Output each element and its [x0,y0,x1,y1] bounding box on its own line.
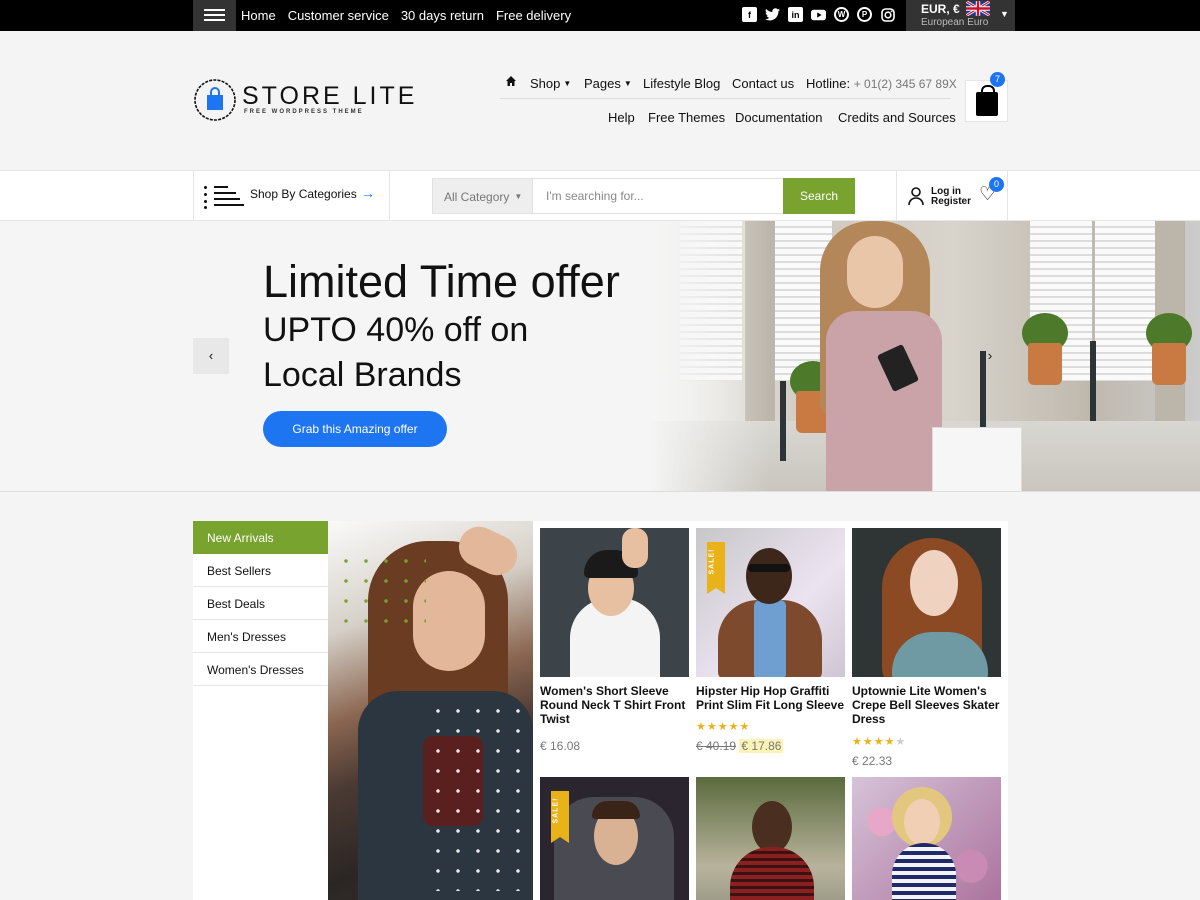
twitter-icon[interactable] [765,7,780,22]
linkedin-icon[interactable]: in [788,7,803,22]
user-icon[interactable] [908,187,924,205]
hero-cta-button[interactable]: Grab this Amazing offer [263,411,447,447]
hotline-label: Hotline: [806,76,851,91]
product-name[interactable]: Women's Short Sleeve Round Neck T Shirt … [540,684,689,726]
login-register-link[interactable]: Log in Register [931,187,971,207]
nav-lifestyle-blog[interactable]: Lifestyle Blog [643,76,720,91]
tab-new-arrivals[interactable]: New Arrivals [193,521,328,554]
social-links: f in W P [742,7,895,22]
search-button[interactable]: Search [783,178,855,214]
product-category-tabs: New Arrivals Best Sellers Best Deals Men… [193,521,328,900]
search-category-select[interactable]: All Category ▼ [432,178,533,214]
top-link-customer-service[interactable]: Customer service [288,8,389,23]
arrow-right-icon: → [361,185,375,201]
hero-subtitle-line-1: UPTO 40% off on [263,311,529,349]
product-old-price: € 40.19 [696,739,737,753]
product-image[interactable] [696,777,845,900]
slider-prev-chevron-left-icon[interactable]: ‹ [193,338,229,374]
hotline-number[interactable]: + 01(2) 345 67 89X [854,77,957,91]
tab-womens-dresses[interactable]: Women's Dresses [193,653,328,686]
product-image[interactable] [852,777,1001,900]
currency-name: European Euro [921,17,989,28]
sale-ribbon: SALE! [551,791,569,843]
top-link-free-delivery[interactable]: Free delivery [496,8,571,23]
search-category-value: All Category [444,190,510,204]
facebook-icon[interactable]: f [742,7,757,22]
chevron-down-icon: ▼ [623,79,632,88]
chevron-down-icon: ▼ [1000,9,1009,19]
top-link-returns[interactable]: 30 days return [401,8,484,23]
product-price: € 22.33 [852,754,893,768]
hero-image [650,221,1200,491]
nav-shop-label: Shop [530,76,561,91]
home-icon[interactable] [506,76,516,86]
cart-count-badge: 7 [990,72,1005,87]
logo-bag-icon [194,79,236,121]
product-grid: Women's Short Sleeve Round Neck T Shirt … [533,521,1008,900]
cart-button[interactable]: 7 [965,72,1008,122]
product-image[interactable] [540,528,689,677]
subnav-credits[interactable]: Credits and Sources [838,110,956,125]
top-link-home[interactable]: Home [241,8,276,23]
featured-banner-image[interactable] [328,521,533,900]
tab-best-sellers[interactable]: Best Sellers [193,554,328,587]
sale-label: SALE! [552,797,560,824]
product-price: € 16.08 [540,739,581,753]
currency-code: EUR, € [921,2,960,16]
subnav-free-themes[interactable]: Free Themes [648,110,725,125]
product-name[interactable]: Uptownie Lite Women's Crepe Bell Sleeves… [852,684,1001,726]
hero-subtitle-line-2: Local Brands [263,356,462,394]
top-links: Home Customer service 30 days return Fre… [241,8,571,23]
chevron-down-icon: ▼ [563,79,572,88]
subnav-help[interactable]: Help [608,110,635,125]
logo-title: STORE LITE [242,82,418,110]
product-rating: ★★★★★ [852,736,907,748]
categories-menu-icon [204,185,244,209]
product-name[interactable]: Hipster Hip Hop Graffiti Print Slim Fit … [696,684,845,712]
hamburger-menu-icon[interactable] [193,0,236,31]
product-image[interactable] [852,528,1001,677]
hero-slider: Limited Time offer UPTO 40% off on Local… [0,221,1200,492]
tab-mens-dresses[interactable]: Men's Dresses [193,620,328,653]
hero-title: Limited Time offer [263,256,620,307]
account-area: Log in Register ♡ 0 [896,171,1008,220]
nav-contact[interactable]: Contact us [732,76,794,91]
shop-by-categories-button[interactable]: Shop By Categories → [193,171,390,220]
search-form: All Category ▼ Search [432,178,855,214]
shopping-bag-icon [976,85,998,116]
shop-by-categories-label: Shop By Categories [250,187,357,201]
wordpress-icon[interactable]: W [834,7,849,22]
slider-next-chevron-right-icon[interactable]: › [972,338,1008,374]
category-search-bar: Shop By Categories → All Category ▼ Searc… [0,170,1200,221]
search-input[interactable] [533,178,784,214]
tab-best-deals[interactable]: Best Deals [193,587,328,620]
logo-subtitle: FREE WORDPRESS THEME [244,109,364,115]
pinterest-icon[interactable]: P [857,7,872,22]
subnav-documentation[interactable]: Documentation [735,110,822,125]
main-nav: Shop ▼ Pages ▼ Lifestyle Blog Contact us H… [500,72,957,99]
hotline: Hotline: + 01(2) 345 67 89X [806,76,957,91]
product-sale-price: € 17.86 [739,739,784,753]
chevron-down-icon: ▼ [514,192,523,201]
register-label[interactable]: Register [931,197,971,207]
store-logo[interactable]: STORE LITE FREE WORDPRESS THEME [193,78,414,124]
uk-flag-icon [966,1,990,16]
nav-pages-label: Pages [584,76,621,91]
top-bar: Home Customer service 30 days return Fre… [0,0,1200,31]
product-price: € 40.19 € 17.86 [696,739,784,753]
instagram-icon[interactable] [880,7,895,22]
sale-label: SALE! [708,548,716,575]
currency-selector[interactable]: EUR, € European Euro ▼ [906,0,1015,31]
youtube-icon[interactable] [811,7,826,22]
product-rating: ★★★★★ [696,721,751,733]
nav-shop[interactable]: Shop ▼ [530,76,571,91]
sale-ribbon: SALE! [707,542,725,594]
wishlist-count-badge: 0 [989,177,1004,192]
nav-pages[interactable]: Pages ▼ [584,76,632,91]
